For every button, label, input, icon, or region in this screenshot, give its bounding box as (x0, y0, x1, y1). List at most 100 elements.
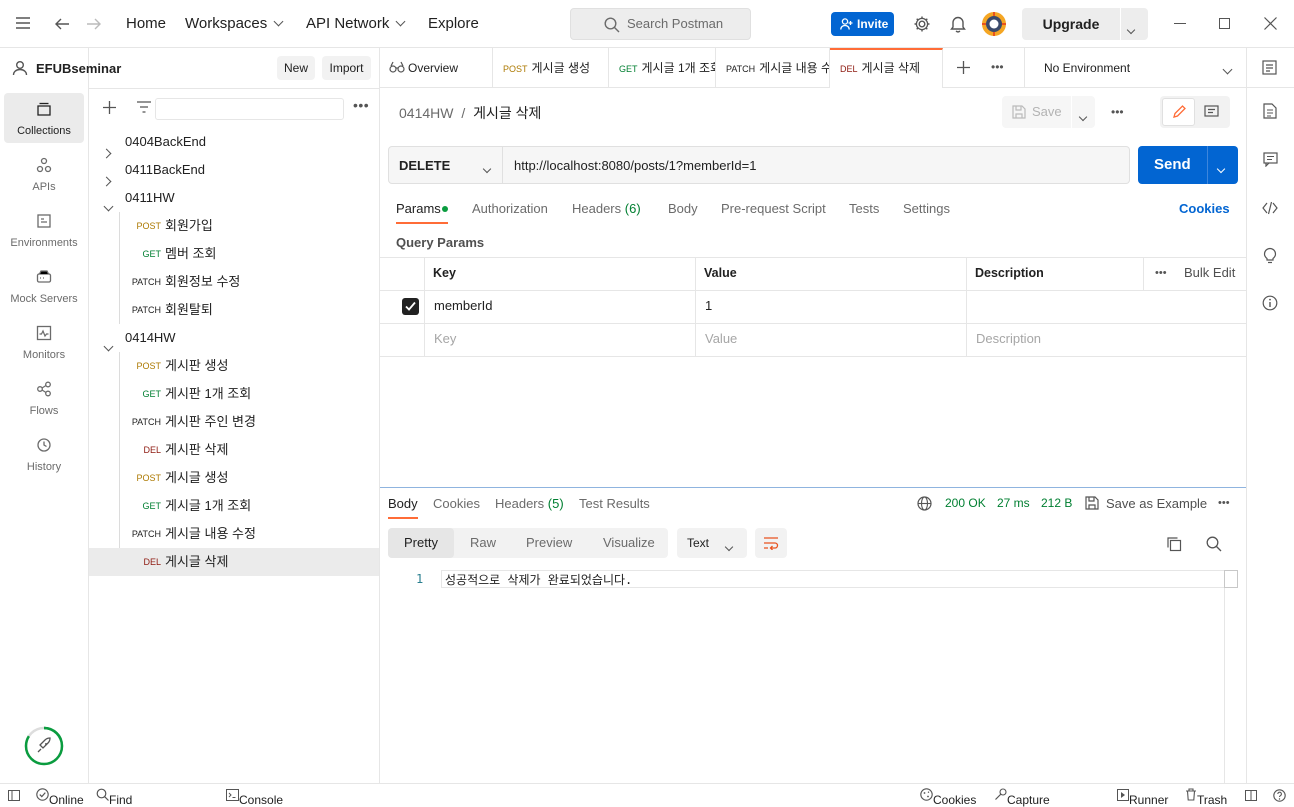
lightbulb-icon[interactable] (1263, 247, 1277, 264)
edit-pencil-icon[interactable] (1162, 98, 1195, 126)
tab-request[interactable]: PATCH게시글 내용 수정 (716, 48, 830, 88)
tab-body[interactable]: Body (668, 194, 698, 224)
tree-request[interactable]: POST 게시판 생성 (89, 352, 379, 380)
new-param-key-input[interactable]: Key (434, 323, 689, 355)
find-replace-button[interactable]: Find and Replace (96, 788, 132, 807)
response-tab-cookies[interactable]: Cookies (433, 496, 480, 511)
param-key[interactable]: memberId (434, 290, 689, 322)
two-pane-view-icon[interactable] (1245, 790, 1257, 801)
runner-button[interactable]: Runner (1117, 788, 1168, 807)
request-more-icon[interactable]: ••• (1111, 105, 1124, 119)
tab-request-active[interactable]: DEL 게시글 삭제 (830, 48, 943, 88)
method-select[interactable]: DELETE (388, 146, 503, 184)
param-checkbox[interactable] (402, 298, 419, 315)
response-body-editor[interactable]: 1 성공적으로 삭제가 완료되었습니다. (388, 568, 1238, 783)
minimize-window-icon[interactable] (1174, 23, 1186, 24)
tree-request[interactable]: PATCH 게시판 주인 변경 (89, 408, 379, 436)
forward-arrow-icon[interactable] (86, 16, 102, 32)
capture-requests-button[interactable]: Capture requests (994, 788, 1050, 807)
cookies-button[interactable]: Cookies (920, 788, 976, 807)
response-time[interactable]: 27 ms (997, 496, 1030, 510)
response-tab-test-results[interactable]: Test Results (579, 496, 650, 511)
online-status[interactable]: Online (36, 788, 84, 807)
tab-tests[interactable]: Tests (849, 194, 879, 224)
comments-icon[interactable] (1263, 152, 1278, 167)
toggle-sidebar-icon[interactable] (8, 790, 20, 801)
sidebar-item-history[interactable]: History (4, 429, 84, 479)
tree-request[interactable]: POST 게시글 생성 (89, 464, 379, 492)
tab-pre-request-script[interactable]: Pre-request Script (721, 194, 826, 224)
wrap-lines-icon[interactable] (755, 528, 787, 558)
import-button[interactable]: Import (322, 56, 371, 80)
tree-request[interactable]: PATCH 게시글 내용 수정 (89, 520, 379, 548)
tab-headers[interactable]: Headers (6) (572, 194, 641, 224)
send-button[interactable]: Send (1138, 146, 1238, 184)
sidebar-item-apis[interactable]: APIs (4, 149, 84, 199)
format-select[interactable]: Text (677, 528, 747, 558)
tab-authorization[interactable]: Authorization (472, 194, 548, 224)
collection-search-input[interactable] (155, 98, 344, 120)
globe-icon[interactable] (917, 496, 932, 511)
response-tab-headers[interactable]: Headers (5) (495, 496, 564, 511)
search-bar[interactable]: Search Postman (570, 8, 751, 40)
notifications-bell-icon[interactable] (950, 15, 966, 33)
collection-folder[interactable]: 0411BackEnd (89, 156, 379, 187)
status-badge[interactable]: 200 OK (945, 496, 986, 510)
sidebar-item-collections[interactable]: Collections (4, 93, 84, 143)
settings-gear-icon[interactable] (913, 15, 931, 33)
chevron-down-icon[interactable] (1126, 25, 1136, 35)
tree-request[interactable]: GET 게시글 1개 조회 (89, 492, 379, 520)
tree-request[interactable]: GET 게시판 1개 조회 (89, 380, 379, 408)
comments-icon[interactable] (1204, 105, 1219, 119)
view-preview[interactable]: Preview (526, 528, 572, 558)
view-pretty[interactable]: Pretty (388, 528, 454, 558)
sidebar-item-mock-servers[interactable]: Mock Servers (4, 261, 84, 311)
maximize-window-icon[interactable] (1219, 18, 1230, 29)
response-tab-body[interactable]: Body (388, 496, 418, 519)
param-value[interactable]: 1 (705, 290, 960, 322)
save-as-example-button[interactable]: Save as Example (1085, 495, 1207, 513)
menu-icon[interactable] (16, 17, 30, 29)
response-divider[interactable] (380, 487, 1246, 488)
nav-home[interactable]: Home (126, 0, 166, 48)
collection-folder[interactable]: 0404BackEnd (89, 128, 379, 159)
invite-button[interactable]: Invite (831, 12, 894, 36)
tree-request[interactable]: PATCH 회원정보 수정 (89, 268, 379, 296)
tree-request[interactable]: GET 멤버 조회 (89, 240, 379, 268)
console-button[interactable]: Console (226, 788, 283, 807)
tree-request[interactable]: DEL 게시판 삭제 (89, 436, 379, 464)
copy-icon[interactable] (1166, 536, 1182, 552)
avatar[interactable] (982, 12, 1006, 36)
breadcrumb-collection[interactable]: 0414HW (399, 105, 453, 121)
trash-button[interactable]: Trash (1185, 788, 1227, 807)
nav-workspaces[interactable]: Workspaces (185, 0, 284, 48)
add-collection-plus-icon[interactable] (103, 101, 116, 114)
sidebar-item-monitors[interactable]: Monitors (4, 317, 84, 367)
tab-more-icon[interactable]: ••• (991, 60, 1004, 74)
breadcrumb-request[interactable]: 게시글 삭제 (473, 105, 541, 121)
view-raw[interactable]: Raw (470, 528, 496, 558)
tree-request-selected[interactable]: DEL 게시글 삭제 (89, 548, 379, 576)
column-more-icon[interactable]: ••• (1155, 257, 1167, 289)
nav-api-network[interactable]: API Network (306, 0, 406, 48)
sidebar-item-flows[interactable]: Flows (4, 373, 84, 423)
response-size[interactable]: 212 B (1041, 496, 1072, 510)
new-param-description-input[interactable]: Description (976, 323, 1236, 355)
save-button[interactable]: Save (1002, 96, 1095, 128)
info-icon[interactable] (1262, 295, 1278, 311)
bulk-edit-link[interactable]: Bulk Edit (1184, 257, 1235, 289)
launchpad-rocket-icon[interactable] (24, 726, 64, 766)
tab-params[interactable]: Params (396, 194, 448, 224)
tree-request[interactable]: PATCH 회원탈퇴 (89, 296, 379, 324)
help-icon[interactable] (1273, 789, 1286, 802)
view-visualize[interactable]: Visualize (603, 528, 655, 558)
more-options-icon[interactable]: ••• (353, 97, 369, 113)
new-tab-plus-icon[interactable] (957, 61, 970, 74)
tab-settings[interactable]: Settings (903, 194, 950, 224)
cookies-link[interactable]: Cookies (1179, 194, 1230, 224)
environment-quick-look-icon[interactable] (1262, 60, 1278, 76)
editor-scrollbar-thumb[interactable] (1224, 570, 1238, 588)
documentation-icon[interactable] (1263, 103, 1277, 119)
upgrade-button[interactable]: Upgrade (1022, 8, 1148, 40)
editor-scrollbar[interactable] (1224, 570, 1238, 783)
